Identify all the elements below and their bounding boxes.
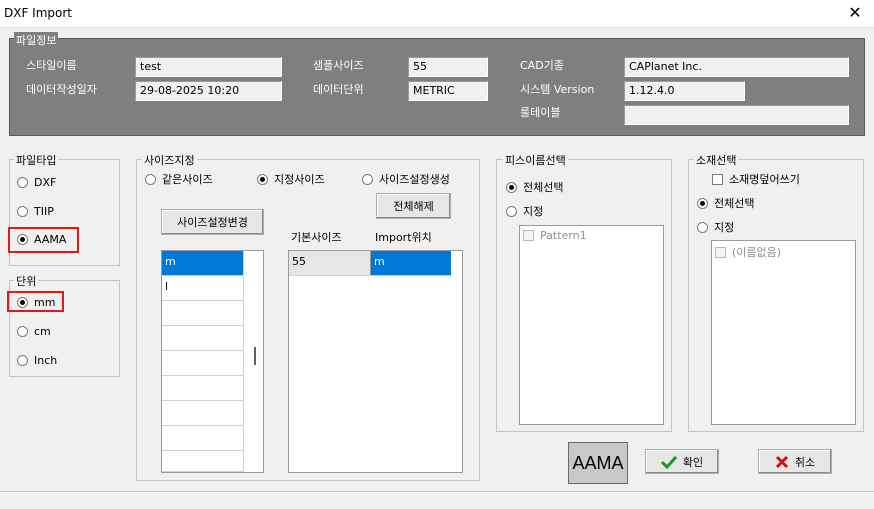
list-item[interactable]: Pattern1 xyxy=(523,229,587,242)
ok-button-label: 확인 xyxy=(682,455,704,469)
material-all-option[interactable]: 전체선택 xyxy=(697,195,754,211)
list-item[interactable] xyxy=(162,451,243,472)
file-type-tiip-radio[interactable] xyxy=(17,206,28,217)
piece-all-option[interactable]: 전체선택 xyxy=(506,179,563,195)
material-specify-radio[interactable] xyxy=(697,221,708,233)
material-list[interactable]: (이름없음) xyxy=(711,240,856,425)
list-item[interactable] xyxy=(162,326,243,351)
style-name-field[interactable]: test xyxy=(135,57,282,77)
list-item[interactable] xyxy=(162,426,243,451)
piece-specify-option[interactable]: 지정 xyxy=(506,203,543,219)
size-generate-radio[interactable] xyxy=(362,173,373,185)
material-overwrite-checkbox[interactable] xyxy=(712,173,723,185)
size-same-radio[interactable] xyxy=(145,173,156,185)
list-item[interactable] xyxy=(162,351,243,376)
aama-preview-badge: AAMA xyxy=(568,442,628,484)
piece-item-label: Pattern1 xyxy=(540,229,587,242)
data-unit-label: 데이터단위 xyxy=(313,83,364,96)
checkmark-icon xyxy=(660,455,677,469)
mm-highlight-box xyxy=(7,291,64,312)
material-select-legend: 소재선택 xyxy=(694,152,739,168)
style-name-label: 스타일이름 xyxy=(26,59,77,72)
list-item[interactable]: m xyxy=(162,251,243,276)
piece-specify-radio[interactable] xyxy=(506,205,517,217)
list-item[interactable]: l xyxy=(162,276,243,301)
unit-cm-label: cm xyxy=(34,325,51,338)
import-position-cell[interactable]: m xyxy=(371,251,451,276)
file-info-legend: 파일정보 xyxy=(14,32,59,48)
material-overwrite-option[interactable]: 소재명덮어쓰기 xyxy=(712,171,800,187)
unit-inch-option[interactable]: Inch xyxy=(17,354,57,367)
title-bar xyxy=(0,0,874,28)
material-specify-label: 지정 xyxy=(714,221,735,234)
list-item[interactable]: (이름없음) xyxy=(715,244,781,260)
sample-size-field[interactable]: 55 xyxy=(408,57,488,77)
system-version-label: 시스템 Version xyxy=(520,83,595,96)
base-size-cell: 55 xyxy=(289,251,371,276)
import-position-header: Import위치 xyxy=(375,231,432,244)
rule-table-label: 룰테이블 xyxy=(520,106,561,119)
unit-cm-radio[interactable] xyxy=(17,326,28,337)
ok-button[interactable]: 확인 xyxy=(645,449,719,474)
piece-specify-label: 지정 xyxy=(523,205,544,218)
material-all-radio[interactable] xyxy=(697,197,708,209)
system-version-field[interactable]: 1.12.4.0 xyxy=(624,81,745,101)
material-item-label: (이름없음) xyxy=(732,246,782,259)
file-type-dxf-option[interactable]: DXF xyxy=(17,176,56,189)
close-icon[interactable]: ✕ xyxy=(844,2,866,24)
rule-table-field[interactable] xyxy=(624,105,849,125)
created-date-field[interactable]: 29-08-2025 10:20 xyxy=(135,81,282,101)
x-icon xyxy=(775,455,788,468)
material-all-label: 전체선택 xyxy=(714,197,755,210)
unit-inch-radio[interactable] xyxy=(17,355,28,366)
size-generate-label: 사이즈설정생성 xyxy=(379,173,450,186)
piece-list[interactable]: Pattern1 xyxy=(519,225,664,425)
size-list[interactable]: m l xyxy=(161,250,264,473)
file-type-dxf-label: DXF xyxy=(34,176,57,189)
file-type-legend: 파일타입 xyxy=(14,152,59,168)
cancel-button[interactable]: 취소 xyxy=(758,449,832,474)
piece-all-label: 전체선택 xyxy=(523,181,564,194)
clear-all-button[interactable]: 전체해제 xyxy=(376,193,451,219)
file-type-dxf-radio[interactable] xyxy=(17,177,28,188)
piece-select-legend: 피스이름선택 xyxy=(503,152,568,168)
size-same-label: 같은사이즈 xyxy=(162,173,213,186)
file-type-tiip-option[interactable]: TIIP xyxy=(17,205,54,218)
list-item[interactable] xyxy=(162,376,243,401)
size-specified-label: 지정사이즈 xyxy=(274,173,325,186)
piece-all-radio[interactable] xyxy=(506,181,517,193)
material-item-checkbox[interactable] xyxy=(715,246,726,258)
window-title: DXF Import xyxy=(4,6,73,20)
size-specified-radio[interactable] xyxy=(257,173,268,185)
piece-item-checkbox[interactable] xyxy=(523,230,534,241)
material-overwrite-label: 소재명덮어쓰기 xyxy=(729,173,800,186)
cancel-button-label: 취소 xyxy=(794,455,816,469)
list-item[interactable] xyxy=(162,301,243,326)
created-date-label: 데이터작성일자 xyxy=(26,83,97,96)
size-specified-option[interactable]: 지정사이즈 xyxy=(257,171,325,187)
footer-divider xyxy=(0,491,874,492)
size-spec-legend: 사이즈지정 xyxy=(142,152,197,168)
material-specify-option[interactable]: 지정 xyxy=(697,219,734,235)
unit-cm-option[interactable]: cm xyxy=(17,325,51,338)
unit-legend: 단위 xyxy=(14,273,39,289)
size-same-option[interactable]: 같은사이즈 xyxy=(145,171,213,187)
size-generate-option[interactable]: 사이즈설정생성 xyxy=(362,171,450,187)
list-column-divider xyxy=(243,251,244,472)
list-scrollbar-thumb[interactable] xyxy=(254,347,256,365)
data-unit-field[interactable]: METRIC xyxy=(408,81,488,101)
file-type-tiip-label: TIIP xyxy=(34,205,54,218)
cad-system-field[interactable]: CAPlanet Inc. xyxy=(624,57,849,77)
cad-system-label: CAD기종 xyxy=(520,59,564,72)
size-mapping-grid[interactable]: 55 m xyxy=(288,250,463,473)
base-size-header: 기본사이즈 xyxy=(291,231,342,244)
list-item[interactable] xyxy=(162,401,243,426)
unit-inch-label: Inch xyxy=(34,354,58,367)
aama-highlight-box xyxy=(8,227,79,253)
change-size-settings-button[interactable]: 사이즈설정변경 xyxy=(161,209,264,235)
sample-size-label: 샘플사이즈 xyxy=(313,59,364,72)
